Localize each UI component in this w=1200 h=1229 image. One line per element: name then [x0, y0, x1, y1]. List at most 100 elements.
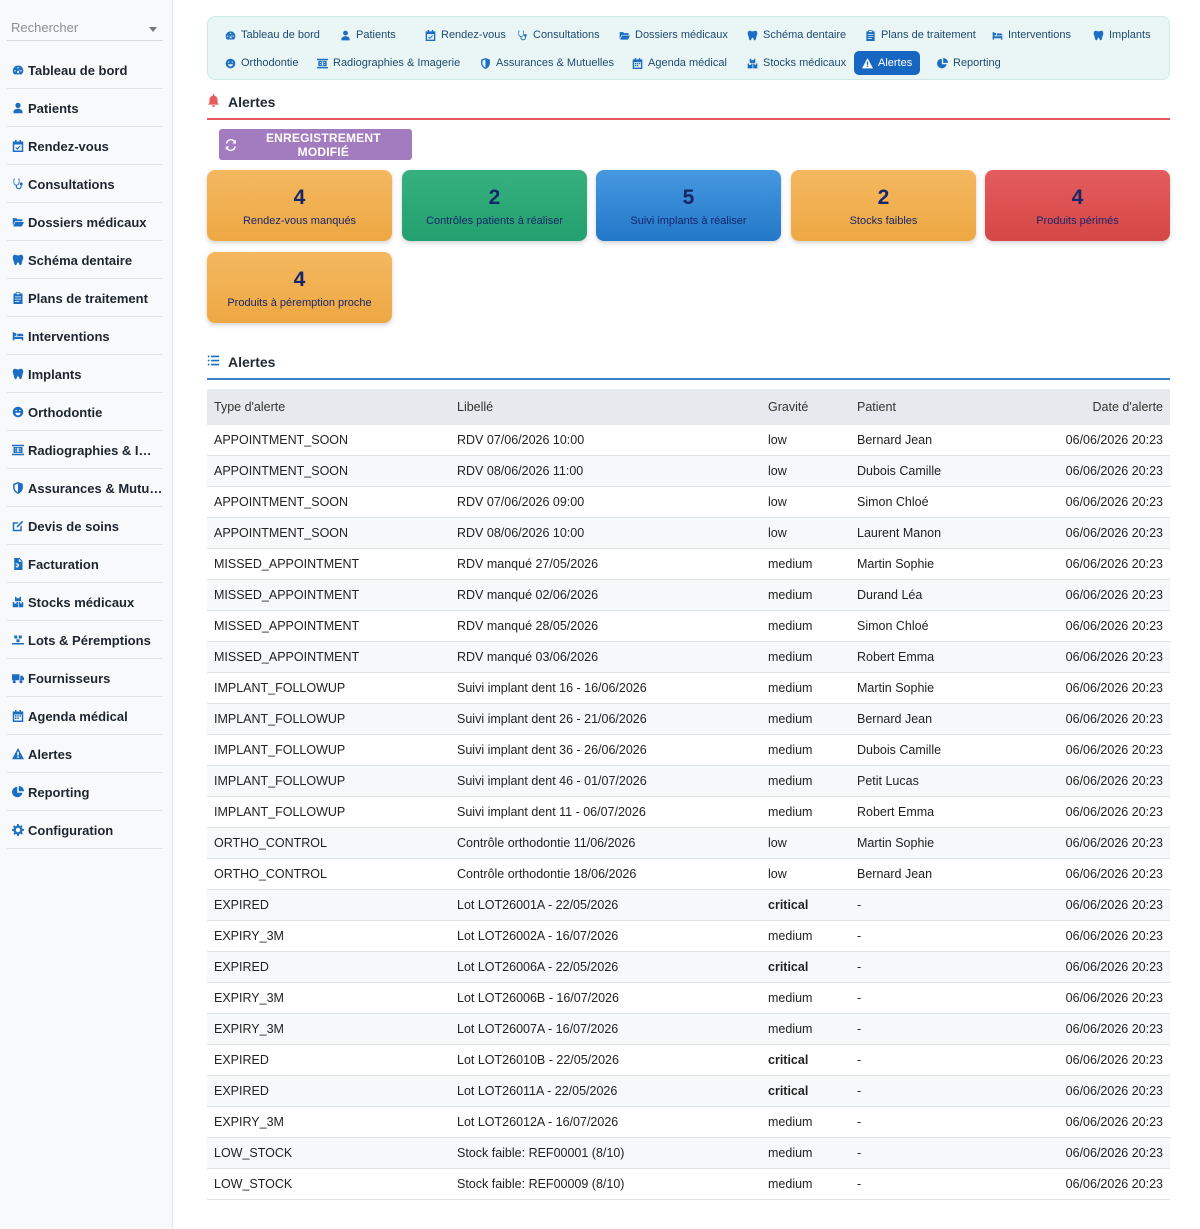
cell-severity: medium: [761, 703, 850, 735]
top-nav-tableau-de-bord[interactable]: Tableau de bord: [217, 23, 328, 47]
top-nav-reporting[interactable]: Reporting: [929, 51, 1009, 75]
column-header-date[interactable]: Date d'alerte: [1034, 389, 1170, 425]
table-row[interactable]: EXPIRY_3M Lot LOT26002A - 16/07/2026 mediu…: [207, 920, 1170, 952]
sidebar-item-schema-dentaire[interactable]: Schéma dentaire: [7, 242, 163, 279]
pallet-icon: [11, 635, 24, 645]
alerts-table-title: Alertes: [228, 354, 276, 370]
cell-label: Suivi implant dent 46 - 01/07/2026: [450, 765, 761, 797]
table-row[interactable]: EXPIRED Lot LOT26006A - 22/05/2026 critica…: [207, 951, 1170, 983]
top-nav-consultations[interactable]: Consultations: [509, 23, 608, 47]
top-nav-patients[interactable]: Patients: [332, 23, 404, 47]
sidebar-item-tableau-de-bord[interactable]: Tableau de bord: [7, 52, 163, 89]
top-nav-dossiers-medicaux[interactable]: Dossiers médicaux: [611, 23, 736, 47]
alert-card[interactable]: 5 Suivi implants à réaliser: [596, 170, 781, 241]
sidebar-item-reporting[interactable]: Reporting: [7, 774, 163, 811]
table-row[interactable]: ORTHO_CONTROL Contrôle orthodontie 18/06/…: [207, 858, 1170, 890]
search-input[interactable]: Rechercher: [7, 17, 163, 41]
chevron-down-icon[interactable]: [149, 27, 157, 32]
sidebar-item-alertes[interactable]: Alertes: [7, 736, 163, 773]
top-nav-stocks-medicaux[interactable]: Stocks médicaux: [739, 51, 854, 75]
sidebar-item-devis-de-soins[interactable]: Devis de soins: [7, 508, 163, 545]
column-header-type[interactable]: Type d'alerte: [207, 389, 450, 425]
cell-label: Lot LOT26006A - 22/05/2026: [450, 951, 761, 983]
cell-type: IMPLANT_FOLLOWUP: [207, 703, 450, 735]
sidebar-item-implants[interactable]: Implants: [7, 356, 163, 393]
table-row[interactable]: LOW_STOCK Stock faible: REF00009 (8/10) me…: [207, 1168, 1170, 1200]
cell-patient: Dubois Camille: [850, 455, 1034, 487]
table-row[interactable]: IMPLANT_FOLLOWUP Suivi implant dent 46 - …: [207, 765, 1170, 797]
record-modified-button[interactable]: ENREGISTREMENT MODIFIÉ: [219, 129, 412, 160]
sidebar-item-radiographies-ima[interactable]: Radiographies & Ima…: [7, 432, 163, 469]
table-row[interactable]: EXPIRED Lot LOT26011A - 22/05/2026 critica…: [207, 1075, 1170, 1107]
sidebar-item-lots-peremptions[interactable]: Lots & Péremptions: [7, 622, 163, 659]
cell-type: EXPIRED: [207, 1044, 450, 1076]
column-header-patient[interactable]: Patient: [850, 389, 1034, 425]
sidebar-item-stocks-medicaux[interactable]: Stocks médicaux: [7, 584, 163, 621]
sidebar-item-interventions[interactable]: Interventions: [7, 318, 163, 355]
table-row[interactable]: LOW_STOCK Stock faible: REF00001 (8/10) me…: [207, 1137, 1170, 1169]
cell-severity: medium: [761, 796, 850, 828]
alert-card[interactable]: 4 Rendez-vous manqués: [207, 170, 392, 241]
column-header-label[interactable]: Libellé: [450, 389, 761, 425]
calendar-icon: [12, 710, 23, 722]
top-nav-rendez-vous[interactable]: Rendez-vous: [417, 23, 514, 47]
xray-icon: [317, 58, 328, 68]
alert-card[interactable]: 2 Stocks faibles: [791, 170, 976, 241]
top-nav-assurances-mutuelles[interactable]: Assurances & Mutuelles: [472, 51, 622, 75]
table-row[interactable]: MISSED_APPOINTMENT RDV manqué 02/06/2026 m…: [207, 579, 1170, 611]
top-nav-interventions[interactable]: Interventions: [984, 23, 1079, 47]
pie-chart-icon: [937, 57, 948, 68]
cell-type: IMPLANT_FOLLOWUP: [207, 672, 450, 704]
alert-card[interactable]: 2 Contrôles patients à réaliser: [402, 170, 587, 241]
sidebar-item-assurances-mutue[interactable]: Assurances & Mutue…: [7, 470, 163, 507]
table-row[interactable]: APPOINTMENT_SOON RDV 08/06/2026 10:00 low L…: [207, 517, 1170, 549]
table-row[interactable]: EXPIRY_3M Lot LOT26006B - 16/07/2026 mediu…: [207, 982, 1170, 1014]
sidebar-item-label: Facturation: [28, 556, 99, 572]
table-row[interactable]: MISSED_APPOINTMENT RDV manqué 03/06/2026 m…: [207, 641, 1170, 673]
cell-label: Suivi implant dent 36 - 26/06/2026: [450, 734, 761, 766]
sidebar-item-configuration[interactable]: Configuration: [7, 812, 163, 849]
table-row[interactable]: IMPLANT_FOLLOWUP Suivi implant dent 16 - …: [207, 672, 1170, 704]
top-nav-alertes[interactable]: Alertes: [854, 51, 921, 75]
top-nav-plans-de-traitement[interactable]: Plans de traitement: [857, 23, 984, 47]
top-nav-agenda-medical[interactable]: Agenda médical: [624, 51, 735, 75]
sidebar-item-dossiers-medicaux[interactable]: Dossiers médicaux: [7, 204, 163, 241]
sidebar-item-agenda-medical[interactable]: Agenda médical: [7, 698, 163, 735]
sidebar-item-consultations[interactable]: Consultations: [7, 166, 163, 203]
cell-type: IMPLANT_FOLLOWUP: [207, 765, 450, 797]
cell-type: APPOINTMENT_SOON: [207, 455, 450, 487]
sidebar-item-facturation[interactable]: Facturation: [7, 546, 163, 583]
alert-card[interactable]: 4 Produits périmés: [985, 170, 1170, 241]
top-nav-schema-dentaire[interactable]: Schéma dentaire: [739, 23, 854, 47]
table-row[interactable]: MISSED_APPOINTMENT RDV manqué 28/05/2026 m…: [207, 610, 1170, 642]
column-header-severity[interactable]: Gravité: [761, 389, 850, 425]
cell-patient: -: [850, 1168, 1034, 1200]
cell-date: 06/06/2026 20:23: [1034, 982, 1170, 1014]
sidebar-item-patients[interactable]: Patients: [7, 90, 163, 127]
table-row[interactable]: IMPLANT_FOLLOWUP Suivi implant dent 11 - …: [207, 796, 1170, 828]
table-row[interactable]: APPOINTMENT_SOON RDV 07/06/2026 10:00 low B…: [207, 425, 1170, 456]
table-row[interactable]: IMPLANT_FOLLOWUP Suivi implant dent 26 - …: [207, 703, 1170, 735]
sidebar-item-plans-de-traitement[interactable]: Plans de traitement: [7, 280, 163, 317]
table-row[interactable]: EXPIRED Lot LOT26001A - 22/05/2026 critica…: [207, 889, 1170, 921]
cell-severity: critical: [761, 889, 850, 921]
table-row[interactable]: EXPIRY_3M Lot LOT26007A - 16/07/2026 mediu…: [207, 1013, 1170, 1045]
table-row[interactable]: EXPIRED Lot LOT26010B - 22/05/2026 critica…: [207, 1044, 1170, 1076]
table-row[interactable]: EXPIRY_3M Lot LOT26012A - 16/07/2026 mediu…: [207, 1106, 1170, 1138]
sidebar-item-orthodontie[interactable]: Orthodontie: [7, 394, 163, 431]
boxes-icon: [11, 596, 24, 609]
top-nav-orthodontie[interactable]: Orthodontie: [217, 51, 306, 75]
table-row[interactable]: APPOINTMENT_SOON RDV 08/06/2026 11:00 low D…: [207, 455, 1170, 487]
cell-date: 06/06/2026 20:23: [1034, 734, 1170, 766]
table-row[interactable]: ORTHO_CONTROL Contrôle orthodontie 11/06/…: [207, 827, 1170, 859]
top-nav-radiographies-imagerie[interactable]: Radiographies & Imagerie: [309, 51, 468, 75]
table-row[interactable]: IMPLANT_FOLLOWUP Suivi implant dent 36 - …: [207, 734, 1170, 766]
sidebar-item-rendez-vous[interactable]: Rendez-vous: [7, 128, 163, 165]
table-row[interactable]: APPOINTMENT_SOON RDV 07/06/2026 09:00 low S…: [207, 486, 1170, 518]
table-row[interactable]: MISSED_APPOINTMENT RDV manqué 27/05/2026 m…: [207, 548, 1170, 580]
sidebar-item-fournisseurs[interactable]: Fournisseurs: [7, 660, 163, 697]
cell-type: IMPLANT_FOLLOWUP: [207, 796, 450, 828]
top-nav-implants[interactable]: Implants: [1085, 23, 1159, 47]
calendar-check-icon: [12, 140, 23, 152]
alert-card[interactable]: 4 Produits à péremption proche: [207, 252, 392, 323]
